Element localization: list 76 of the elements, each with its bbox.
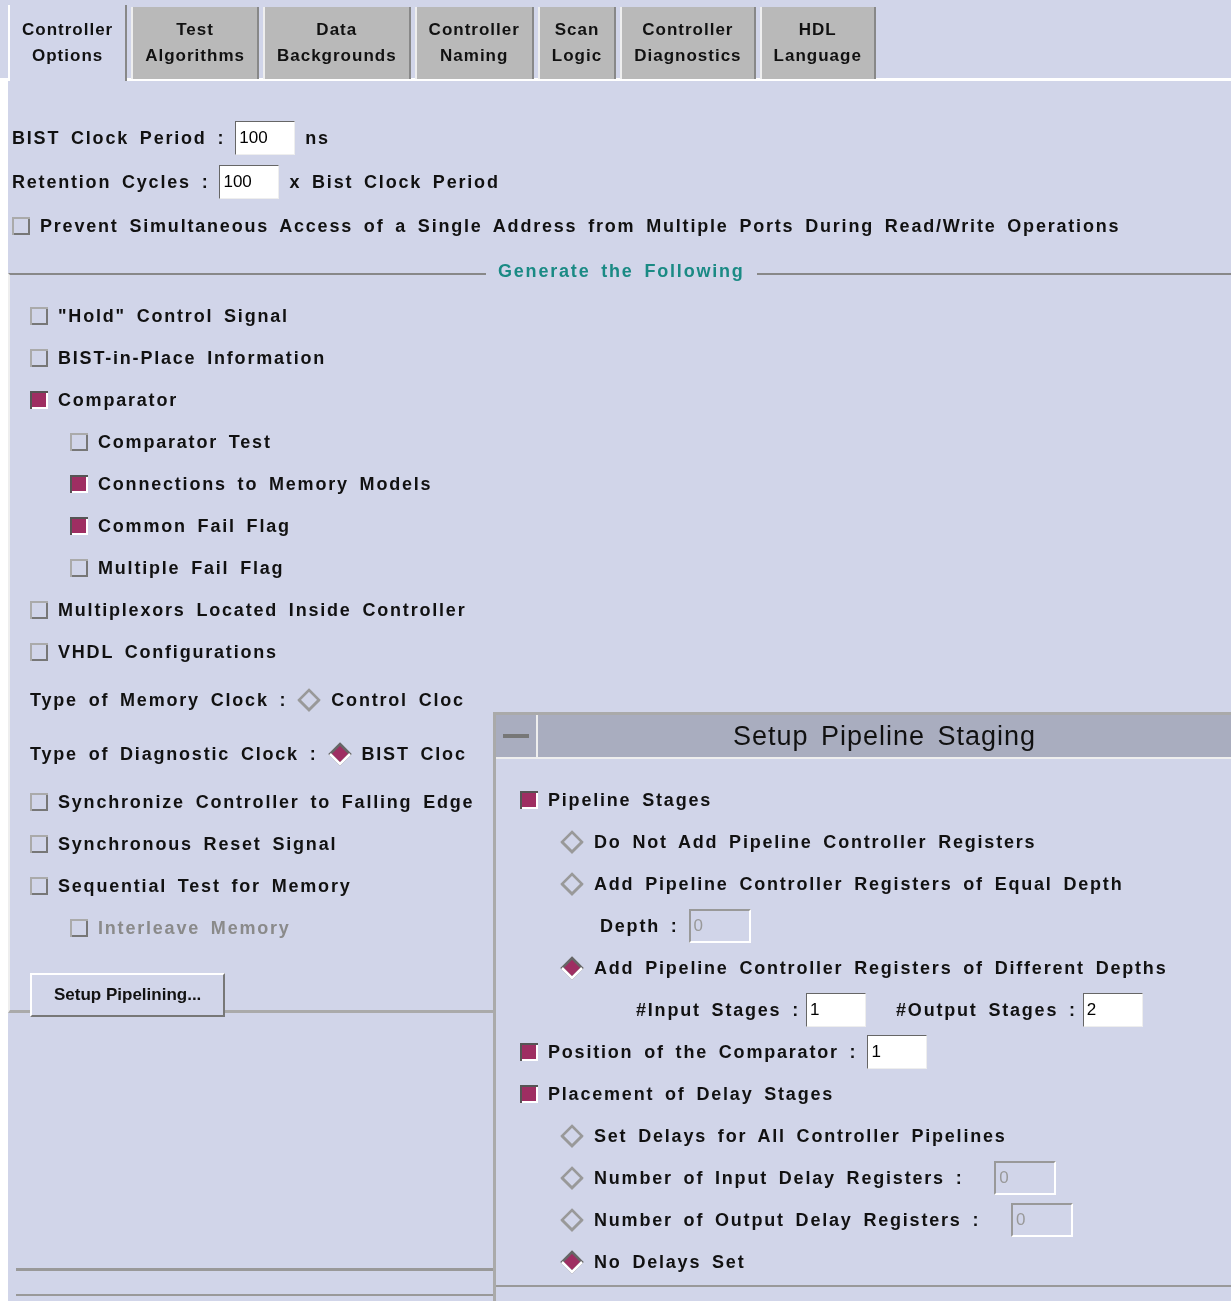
radio-button[interactable] bbox=[560, 956, 584, 980]
field-label: Depth : bbox=[600, 915, 679, 937]
radio-label: BIST Cloc bbox=[361, 743, 467, 765]
radio-label: Do Not Add Pipeline Controller Registers bbox=[594, 831, 1037, 853]
unit-label: x Bist Clock Period bbox=[289, 171, 500, 193]
checkbox[interactable] bbox=[30, 793, 48, 811]
checkbox-label: Sequential Test for Memory bbox=[58, 875, 352, 897]
radio-button[interactable] bbox=[560, 1124, 584, 1148]
tab[interactable]: Test Algorithms bbox=[131, 7, 259, 79]
checkbox[interactable] bbox=[30, 877, 48, 895]
tab[interactable]: Controller Naming bbox=[414, 7, 534, 79]
radio-label: Number of Input Delay Registers : bbox=[594, 1167, 964, 1189]
field-label: #Input Stages : bbox=[636, 999, 800, 1021]
input-field[interactable]: 100 bbox=[219, 165, 280, 199]
field-label: Retention Cycles : bbox=[12, 171, 210, 193]
radio-label: Number of Output Delay Registers : bbox=[594, 1209, 981, 1231]
checkbox-label: "Hold" Control Signal bbox=[58, 305, 289, 327]
radio-button[interactable] bbox=[560, 830, 584, 854]
checkbox[interactable] bbox=[30, 349, 48, 367]
radio-label: Control Cloc bbox=[331, 689, 465, 711]
checkbox[interactable] bbox=[12, 217, 30, 235]
checkbox-label: BIST-in-Place Information bbox=[58, 347, 327, 369]
checkbox[interactable] bbox=[30, 601, 48, 619]
radio-label: Set Delays for All Controller Pipelines bbox=[594, 1125, 1007, 1147]
checkbox-label: VHDL Configurations bbox=[58, 641, 278, 663]
checkbox[interactable] bbox=[30, 835, 48, 853]
checkbox[interactable] bbox=[70, 475, 88, 493]
input-field[interactable]: 1 bbox=[867, 1035, 928, 1069]
tab[interactable]: Controller Options bbox=[8, 5, 128, 81]
checkbox-label: Connections to Memory Models bbox=[98, 473, 433, 495]
group-title: Generate the Following bbox=[486, 261, 757, 282]
radio-button[interactable] bbox=[560, 1166, 584, 1190]
field-label: BIST Clock Period : bbox=[12, 127, 226, 149]
tab[interactable]: Controller Diagnostics bbox=[620, 7, 756, 79]
radio-button[interactable] bbox=[560, 872, 584, 896]
checkbox-label: Interleave Memory bbox=[98, 917, 291, 939]
checkbox-label: Prevent Simultaneous Access of a Single Address from Multiple Ports During Read/Write Operations bbox=[40, 215, 1121, 237]
radio-label: No Delays Set bbox=[594, 1251, 746, 1273]
tab[interactable]: Data Backgrounds bbox=[262, 7, 411, 79]
field-label: Type of Memory Clock : bbox=[30, 689, 288, 711]
radio-label: Add Pipeline Controller Registers of Different Depths bbox=[594, 957, 1168, 979]
checkbox[interactable] bbox=[70, 559, 88, 577]
radio-label: Add Pipeline Controller Registers of Equal Depth bbox=[594, 873, 1124, 895]
checkbox-label: Synchronous Reset Signal bbox=[58, 833, 338, 855]
checkbox-label: Multiple Fail Flag bbox=[98, 557, 285, 579]
checkbox-label: Multiplexors Located Inside Controller bbox=[58, 599, 467, 621]
input-field[interactable]: 2 bbox=[1082, 993, 1143, 1027]
radio-button[interactable] bbox=[560, 1208, 584, 1232]
checkbox-label: Position of the Comparator : bbox=[548, 1041, 858, 1063]
checkbox-label: Comparator Test bbox=[98, 431, 272, 453]
field-label: Type of Diagnostic Clock : bbox=[30, 743, 318, 765]
checkbox[interactable] bbox=[520, 1043, 538, 1061]
radio-button[interactable] bbox=[297, 688, 322, 712]
checkbox-label: Synchronize Controller to Falling Edge bbox=[58, 791, 475, 813]
tab[interactable]: HDL Language bbox=[759, 7, 876, 79]
checkbox[interactable] bbox=[30, 643, 48, 661]
input-field[interactable]: 1 bbox=[806, 993, 866, 1027]
checkbox-label: Common Fail Flag bbox=[98, 515, 291, 537]
checkbox-label: Placement of Delay Stages bbox=[548, 1083, 835, 1105]
unit-label: ns bbox=[305, 127, 330, 149]
checkbox-label: Pipeline Stages bbox=[548, 789, 713, 811]
setup-button[interactable]: Setup Pipelining... bbox=[30, 973, 226, 1017]
tab[interactable]: Scan Logic bbox=[537, 7, 617, 79]
field-label: #Output Stages : bbox=[896, 999, 1077, 1021]
dialog-title: Setup Pipeline Staging bbox=[731, 720, 1038, 752]
checkbox[interactable] bbox=[30, 307, 48, 325]
checkbox[interactable] bbox=[30, 391, 48, 409]
checkbox[interactable] bbox=[520, 791, 538, 809]
input-field[interactable]: 100 bbox=[235, 121, 296, 155]
checkbox-label: Comparator bbox=[58, 389, 178, 411]
checkbox[interactable] bbox=[70, 433, 88, 451]
radio-button[interactable] bbox=[560, 1250, 584, 1274]
checkbox[interactable] bbox=[70, 517, 88, 535]
minus-icon bbox=[503, 733, 529, 739]
checkbox[interactable] bbox=[520, 1085, 538, 1103]
radio-button[interactable] bbox=[327, 742, 352, 766]
